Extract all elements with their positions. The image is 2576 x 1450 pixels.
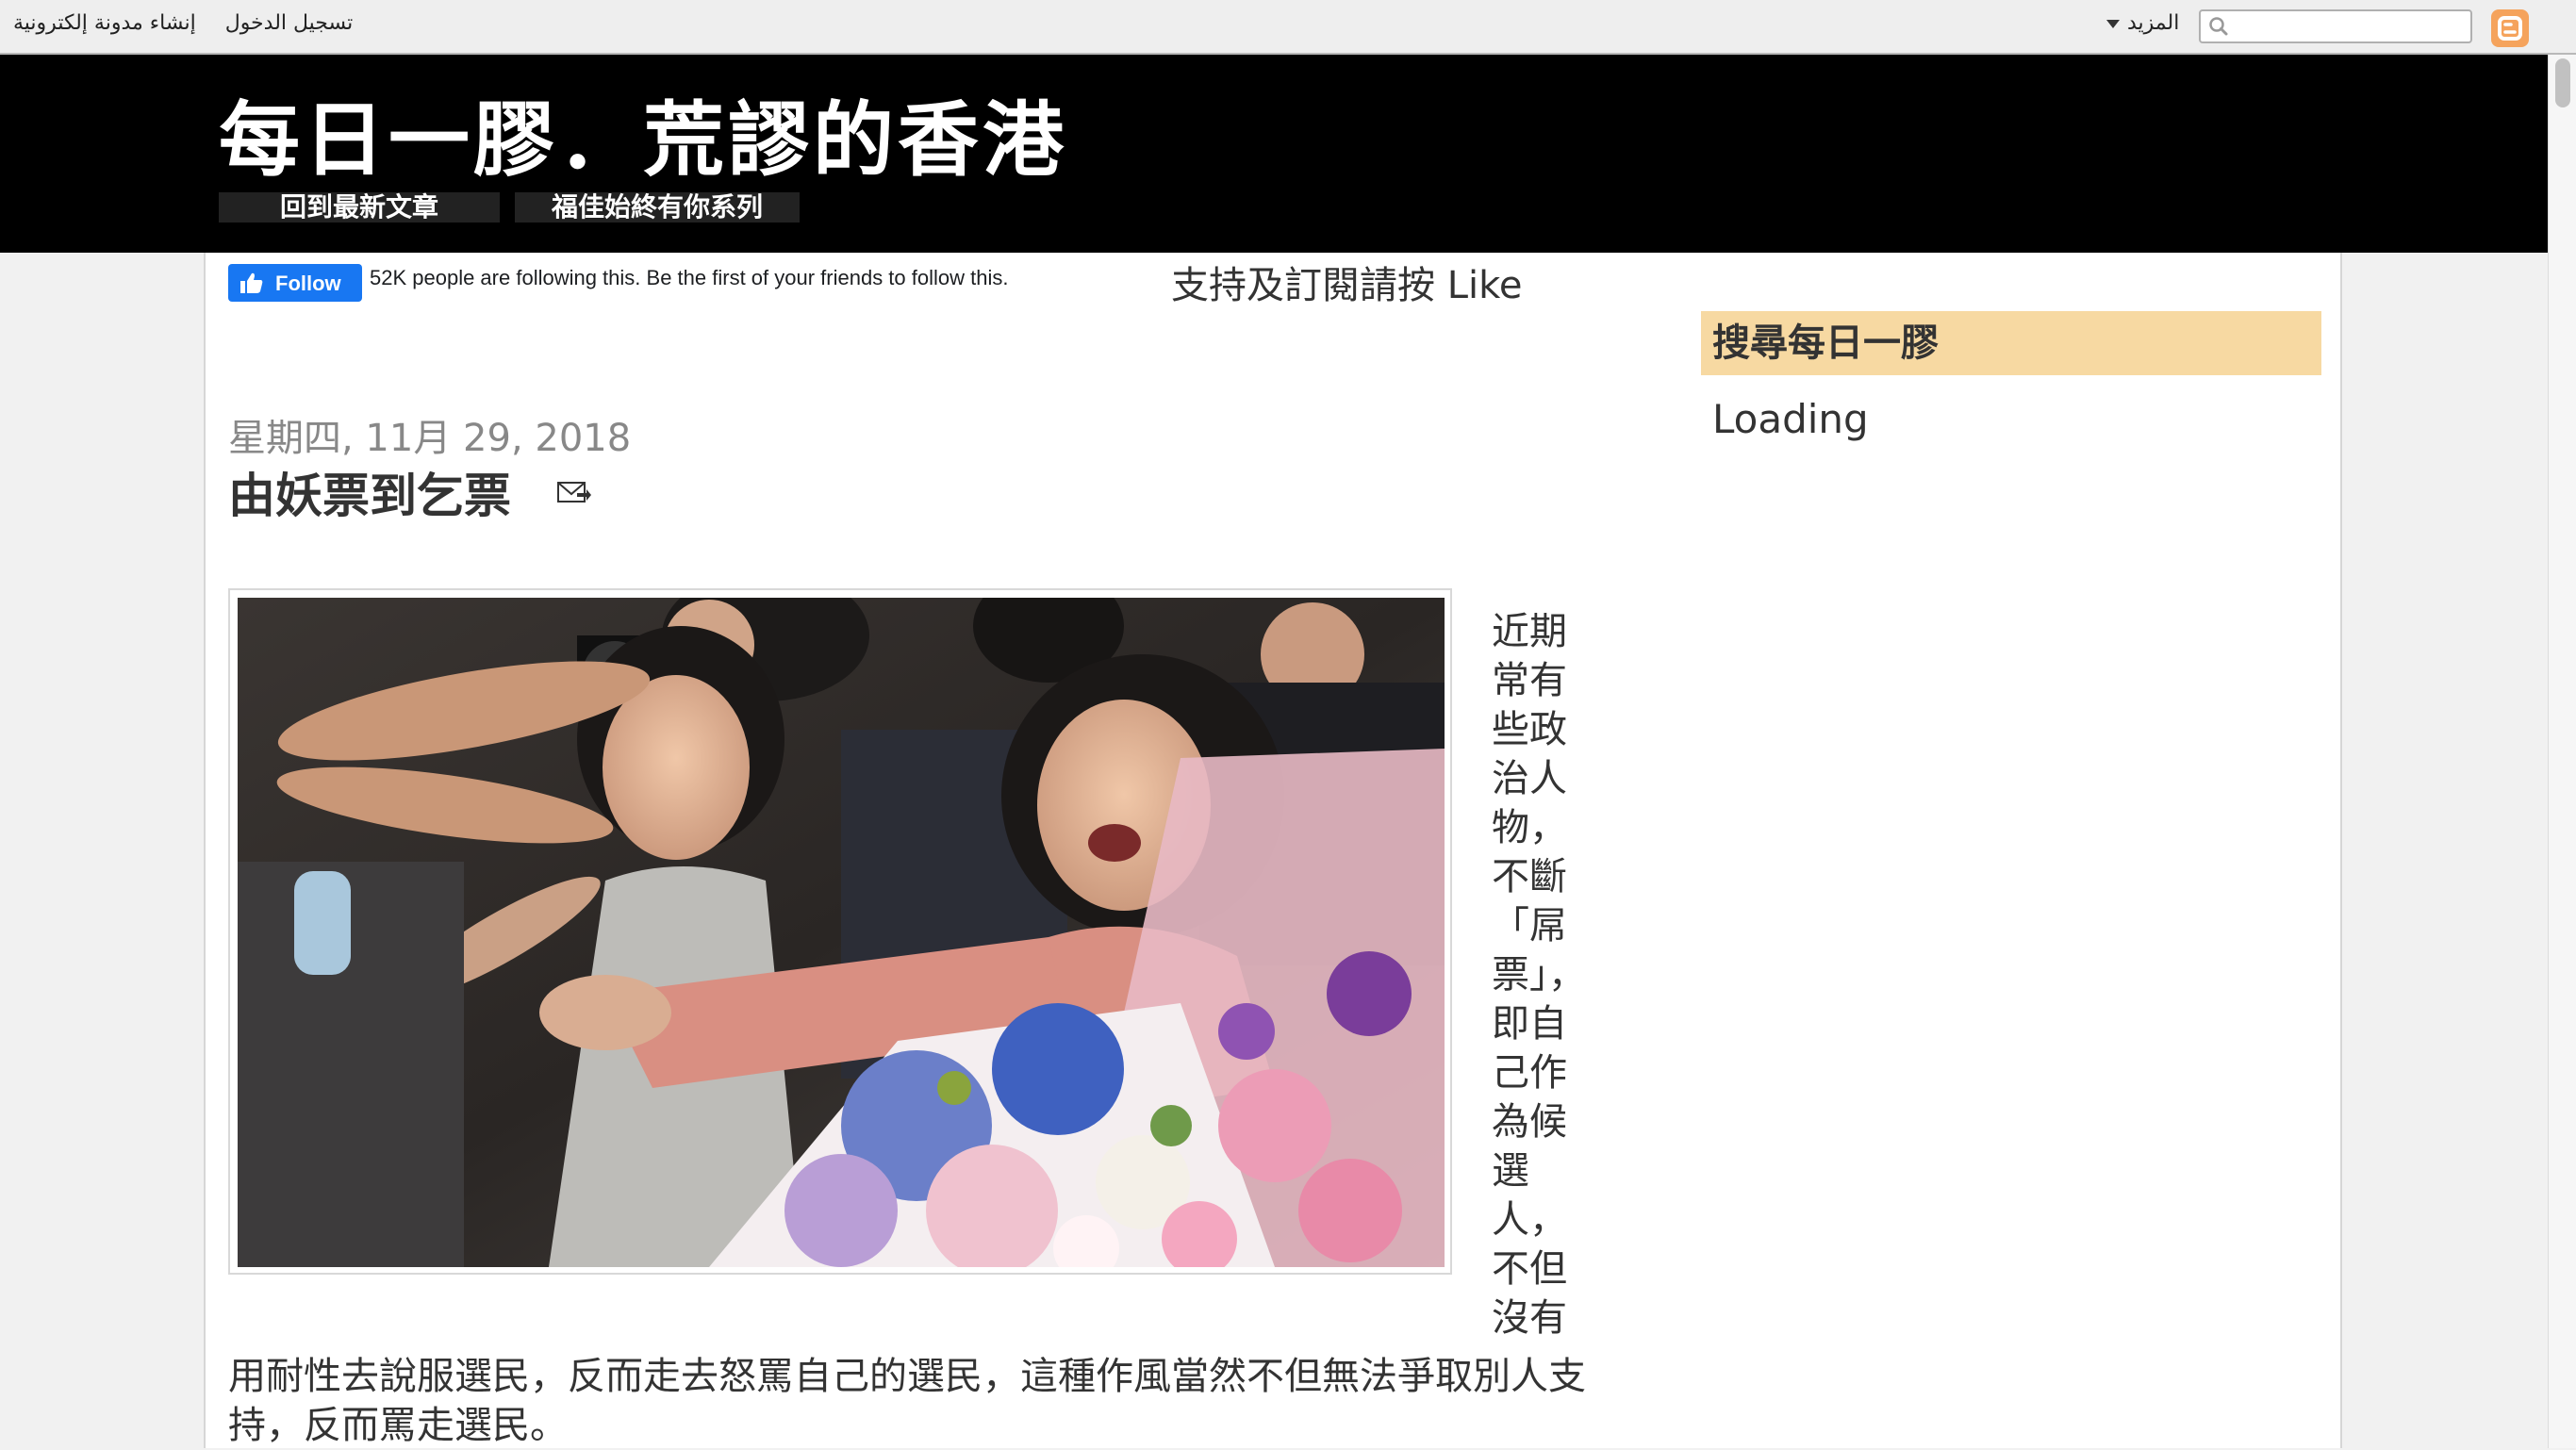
- more-menu[interactable]: المزيد: [2106, 11, 2179, 35]
- more-label: المزيد: [2127, 11, 2180, 35]
- email-post-icon[interactable]: [556, 477, 592, 505]
- post-body-text: 用耐性去說服選民，反而走去怒罵自己的選民，這種作風當然不但無法爭取別人支持，反而…: [228, 1355, 1586, 1447]
- sidebar-loading-text: Loading: [1712, 396, 1869, 442]
- login-link[interactable]: تسجيل الدخول: [225, 11, 354, 35]
- blog-header: 每日一膠．荒謬的香港 回到最新文章 福佳始終有你系列: [0, 55, 2548, 253]
- post-title[interactable]: 由妖票到乞票: [228, 458, 511, 526]
- tab-latest-posts[interactable]: 回到最新文章: [219, 192, 500, 222]
- page-scrollbar[interactable]: [2548, 55, 2576, 1448]
- search-input[interactable]: [2235, 13, 2465, 41]
- post-date: 星期四, 11月 29, 2018: [228, 417, 632, 460]
- scroll-thumb[interactable]: [2555, 58, 2570, 107]
- blog-title[interactable]: 每日一膠．荒謬的香港: [219, 74, 1067, 191]
- sidebar-search-title: 搜尋每日一膠: [1701, 311, 2321, 375]
- tab-series[interactable]: 福佳始終有你系列: [515, 192, 800, 222]
- chevron-down-icon: [2106, 19, 2120, 28]
- blog-search-box[interactable]: [2199, 9, 2472, 43]
- blogger-logo-icon[interactable]: [2491, 9, 2529, 47]
- post-body-side-text: 近期常有些政治人物，不斷「屌票」，即自己作為候選人，不但沒有: [1492, 610, 1586, 1340]
- support-text: 支持及訂閱請按 Like: [1171, 264, 1523, 307]
- search-icon: [2209, 17, 2228, 36]
- post-image[interactable]: [228, 588, 1452, 1275]
- blogger-b-glyph: [2498, 16, 2522, 41]
- navbar-links: تسجيل الدخول إنشاء مدونة إلكترونية: [13, 11, 375, 35]
- create-blog-link[interactable]: إنشاء مدونة إلكترونية: [13, 11, 196, 35]
- follow-label: Follow: [275, 272, 341, 295]
- facebook-follow-button[interactable]: Follow: [228, 264, 362, 302]
- facebook-follow-text: 52K people are following this. Be the fi…: [370, 266, 1009, 289]
- blogger-navbar: تسجيل الدخول إنشاء مدونة إلكترونية المزي…: [0, 0, 2576, 55]
- post-photo: [238, 598, 1445, 1267]
- thumbs-up-icon: [240, 272, 263, 293]
- main-content: Follow 52K people are following this. Be…: [204, 253, 2342, 1448]
